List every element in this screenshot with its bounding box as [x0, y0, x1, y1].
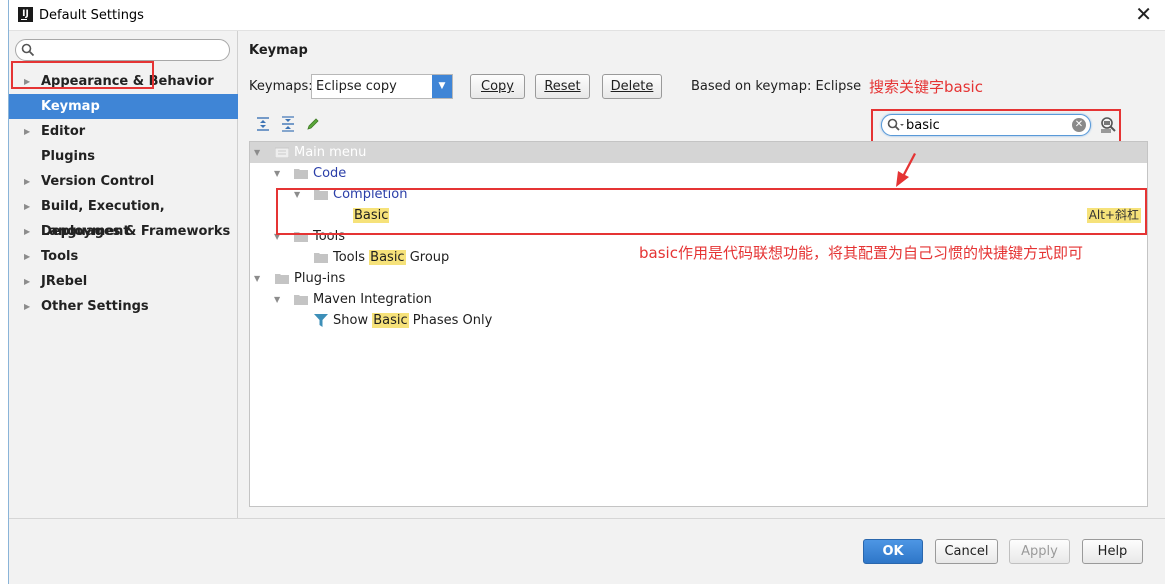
sidebar-item-label: Keymap — [41, 99, 100, 114]
tree-label: Phases Only — [408, 313, 493, 328]
annotation-box-basic-row — [276, 188, 1147, 235]
tree-label: Tools — [333, 250, 370, 265]
sidebar-item-keymap[interactable]: Keymap — [9, 94, 238, 119]
window-title: Default Settings — [39, 8, 144, 23]
expand-arrow-icon[interactable]: ▶ — [24, 219, 30, 244]
clear-search-icon[interactable]: ✕ — [1072, 118, 1086, 132]
sidebar-item-tools[interactable]: ▶ Tools — [9, 244, 238, 269]
delete-button[interactable]: Delete — [602, 74, 662, 99]
collapse-all-icon[interactable] — [280, 116, 296, 132]
tree-row-show-basic-phases[interactable]: Show Basic Phases Only — [250, 310, 1147, 331]
based-on-label: Based on keymap: Eclipse — [691, 79, 862, 94]
folder-icon — [294, 295, 308, 305]
edit-pencil-icon[interactable] — [305, 116, 321, 132]
sidebar-item-label: Version Control — [41, 174, 155, 189]
title-bar: IJ Default Settings ✕ — [9, 0, 1165, 31]
sidebar-item-jrebel[interactable]: ▶ JRebel — [9, 269, 238, 294]
expand-arrow-icon[interactable]: ▶ — [24, 169, 30, 194]
ok-button[interactable]: OK — [863, 539, 923, 564]
chevron-down-icon[interactable]: ▼ — [432, 75, 452, 98]
tree-label-highlight: Basic — [372, 313, 409, 328]
sidebar-item-plugins[interactable]: Plugins — [9, 144, 238, 169]
panel-title: Keymap — [249, 43, 308, 58]
reset-button-label: Reset — [544, 79, 581, 94]
folder-icon — [314, 253, 328, 263]
sidebar-item-version-control[interactable]: ▶ Version Control — [9, 169, 238, 194]
search-icon — [887, 118, 904, 131]
sidebar-item-build[interactable]: ▶ Build, Execution, Deployment — [9, 194, 238, 239]
sidebar-item-label: Plugins — [41, 149, 95, 164]
expand-all-icon[interactable] — [255, 116, 271, 132]
expand-arrow-icon[interactable]: ▶ — [24, 244, 30, 269]
close-icon[interactable]: ✕ — [1135, 4, 1152, 24]
tree-label: Main menu — [294, 145, 367, 160]
annotation-search-note: 搜索关键字basic — [869, 78, 983, 96]
expand-arrow-icon[interactable]: ▶ — [24, 269, 30, 294]
tree-row-main-menu[interactable]: ▼ Main menu — [250, 142, 1147, 163]
dialog-footer: OK Cancel Apply Help — [9, 518, 1165, 584]
keymap-select-value: Eclipse copy — [316, 79, 397, 94]
collapse-arrow-icon[interactable]: ▼ — [274, 289, 280, 310]
find-by-shortcut-icon[interactable] — [1099, 116, 1117, 134]
collapse-arrow-icon[interactable]: ▼ — [274, 163, 280, 184]
folder-icon — [294, 169, 308, 179]
sidebar-item-other-settings[interactable]: ▶ Other Settings — [9, 294, 238, 319]
tree-label: Show — [333, 313, 373, 328]
copy-button[interactable]: Copy — [470, 74, 525, 99]
search-icon — [21, 43, 35, 57]
filter-icon — [314, 314, 328, 327]
tree-row-maven[interactable]: ▼ Maven Integration — [250, 289, 1147, 310]
annotation-arrow-icon — [896, 153, 916, 187]
collapse-arrow-icon[interactable]: ▼ — [254, 142, 260, 163]
settings-sidebar: ▶ Appearance & Behavior Keymap ▶ Editor … — [9, 31, 238, 518]
sidebar-search-input[interactable] — [38, 42, 223, 58]
tree-row-code[interactable]: ▼ Code — [250, 163, 1147, 184]
sidebar-item-label: Languages & Frameworks — [41, 224, 231, 239]
tree-row-plugins[interactable]: ▼ Plug-ins — [250, 268, 1147, 289]
sidebar-item-label: JRebel — [41, 274, 88, 289]
sidebar-item-label: Tools — [41, 249, 79, 264]
tree-label: Plug-ins — [294, 271, 346, 286]
tree-label-highlight: Basic — [369, 250, 406, 265]
collapse-arrow-icon[interactable]: ▼ — [254, 268, 260, 289]
keymaps-label: Keymaps: — [249, 79, 313, 94]
sidebar-item-label: Other Settings — [41, 299, 149, 314]
sidebar-item-editor[interactable]: ▶ Editor — [9, 119, 238, 144]
folder-icon — [275, 274, 289, 284]
keymap-select[interactable]: Eclipse copy ▼ — [311, 74, 453, 99]
cancel-button[interactable]: Cancel — [935, 539, 998, 564]
settings-window: IJ Default Settings ✕ ▶ Appearance & Beh… — [8, 0, 1165, 584]
sidebar-search[interactable] — [15, 39, 230, 61]
sidebar-item-languages[interactable]: ▶ Languages & Frameworks — [9, 219, 238, 244]
tree-label: Maven Integration — [313, 292, 432, 307]
expand-arrow-icon[interactable]: ▶ — [24, 194, 30, 219]
intellij-app-icon: IJ — [18, 7, 33, 22]
keymap-search-input[interactable] — [906, 117, 1066, 133]
tree-label: Code — [313, 166, 347, 181]
annotation-box-keymap — [11, 61, 154, 89]
reset-button[interactable]: Reset — [535, 74, 590, 99]
delete-button-label: Delete — [610, 79, 654, 94]
tree-label: Group — [405, 250, 450, 265]
expand-arrow-icon[interactable]: ▶ — [24, 294, 30, 319]
menu-folder-icon — [275, 147, 289, 158]
annotation-usage-note: basic作用是代码联想功能，将其配置为自己习惯的快捷键方式即可 — [639, 244, 1083, 262]
apply-button[interactable]: Apply — [1009, 539, 1070, 564]
sidebar-item-label: Editor — [41, 124, 86, 139]
copy-button-label: Copy — [481, 79, 514, 94]
help-button[interactable]: Help — [1082, 539, 1143, 564]
keymap-search[interactable]: ✕ — [881, 114, 1091, 136]
expand-arrow-icon[interactable]: ▶ — [24, 119, 30, 144]
